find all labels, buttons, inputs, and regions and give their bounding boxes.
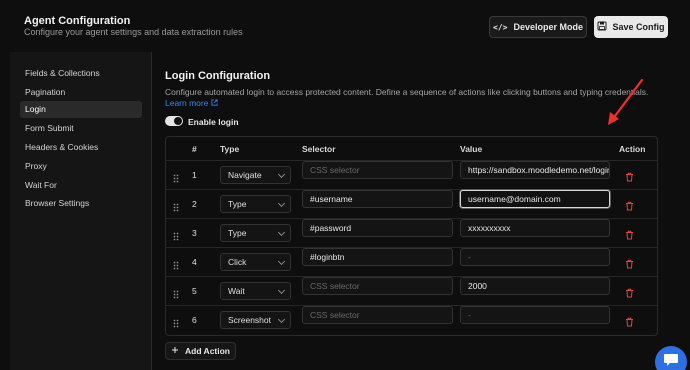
table-row: 4 Click #loginbtn - bbox=[166, 247, 657, 276]
external-link-icon bbox=[211, 98, 219, 108]
learn-more-label: Learn more bbox=[165, 98, 209, 108]
chevron-down-icon bbox=[277, 315, 286, 324]
developer-mode-label: Developer Mode bbox=[513, 22, 583, 32]
column-header-type: Type bbox=[220, 144, 240, 154]
row-number: 6 bbox=[192, 315, 197, 325]
row-number: 3 bbox=[192, 228, 197, 238]
developer-mode-button[interactable]: </> Developer Mode bbox=[489, 16, 587, 38]
selector-input[interactable]: #password bbox=[302, 219, 453, 237]
drag-handle-icon[interactable] bbox=[173, 315, 179, 328]
row-number: 4 bbox=[192, 257, 197, 267]
table-row: 2 Type #username username@domain.com bbox=[166, 189, 657, 218]
page-subtitle: Configure your agent settings and data e… bbox=[24, 27, 243, 37]
selector-input[interactable]: #loginbtn bbox=[302, 248, 453, 266]
drag-handle-icon[interactable] bbox=[173, 228, 179, 241]
table-row: 1 Navigate CSS selector https://sandbox.… bbox=[166, 160, 657, 189]
sidebar-item-form-submit[interactable]: Form Submit bbox=[20, 120, 142, 137]
trash-icon[interactable] bbox=[625, 256, 634, 269]
value-input[interactable]: https://sandbox.moodledemo.net/login bbox=[460, 161, 610, 179]
drag-handle-icon[interactable] bbox=[173, 199, 179, 212]
page-title: Agent Configuration bbox=[24, 15, 131, 27]
row-number: 2 bbox=[192, 199, 197, 209]
action-type-select[interactable]: Navigate bbox=[220, 166, 291, 184]
save-config-button[interactable]: Save Config bbox=[594, 16, 668, 38]
action-type-value: Type bbox=[228, 228, 247, 238]
action-type-select[interactable]: Click bbox=[220, 253, 291, 271]
action-type-value: Navigate bbox=[228, 170, 262, 180]
table-row: 6 Screenshot CSS selector - bbox=[166, 305, 657, 334]
trash-icon[interactable] bbox=[625, 169, 634, 182]
trash-icon[interactable] bbox=[625, 285, 634, 298]
chevron-down-icon bbox=[277, 286, 286, 295]
sidebar: Fields & Collections Pagination Login Fo… bbox=[10, 52, 152, 370]
drag-handle-icon[interactable] bbox=[173, 257, 179, 270]
value-input[interactable]: - bbox=[460, 306, 610, 324]
drag-handle-icon[interactable] bbox=[173, 286, 179, 299]
selector-input[interactable]: CSS selector bbox=[302, 306, 453, 324]
sidebar-item-fields-collections[interactable]: Fields & Collections bbox=[20, 65, 142, 82]
sidebar-item-browser-settings[interactable]: Browser Settings bbox=[20, 195, 142, 212]
value-input[interactable]: - bbox=[460, 248, 610, 266]
app-header: Agent Configuration Configure your agent… bbox=[10, 0, 680, 46]
learn-more-link[interactable]: Learn more bbox=[165, 98, 219, 108]
sidebar-item-proxy[interactable]: Proxy bbox=[20, 158, 142, 175]
row-number: 5 bbox=[192, 286, 197, 296]
enable-login-label: Enable login bbox=[188, 117, 239, 127]
action-type-value: Wait bbox=[228, 286, 245, 296]
column-header-selector: Selector bbox=[302, 144, 336, 154]
sidebar-item-wait-for[interactable]: Wait For bbox=[20, 177, 142, 194]
selector-input[interactable]: #username bbox=[302, 190, 453, 208]
chat-widget-button[interactable] bbox=[655, 346, 687, 370]
login-section-title: Login Configuration bbox=[165, 70, 271, 82]
action-type-value: Type bbox=[228, 199, 247, 209]
login-description: Configure automated login to access prot… bbox=[165, 87, 649, 97]
action-type-select[interactable]: Type bbox=[220, 224, 291, 242]
trash-icon[interactable] bbox=[625, 227, 634, 240]
action-type-select[interactable]: Type bbox=[220, 195, 291, 213]
action-type-value: Click bbox=[228, 257, 247, 267]
column-header-num: # bbox=[192, 144, 197, 154]
toggle-knob bbox=[174, 117, 182, 125]
add-action-label: Add Action bbox=[184, 346, 230, 356]
chat-icon bbox=[663, 353, 679, 370]
add-action-button[interactable]: Add Action bbox=[165, 342, 236, 360]
action-type-value: Screenshot bbox=[228, 315, 271, 325]
value-input[interactable]: xxxxxxxxxx bbox=[460, 219, 610, 237]
annotation-arrow-icon bbox=[608, 78, 644, 125]
code-icon: </> bbox=[493, 22, 508, 32]
sidebar-item-headers-cookies[interactable]: Headers & Cookies bbox=[20, 139, 142, 156]
row-number: 1 bbox=[192, 170, 197, 180]
enable-login-toggle[interactable] bbox=[165, 116, 183, 126]
chevron-down-icon bbox=[277, 199, 286, 208]
table-row: 3 Type #password xxxxxxxxxx bbox=[166, 218, 657, 247]
plus-icon bbox=[171, 346, 179, 356]
trash-icon[interactable] bbox=[625, 198, 634, 211]
selector-input[interactable]: CSS selector bbox=[302, 277, 453, 295]
chevron-down-icon bbox=[277, 257, 286, 266]
login-actions-table: # Type Selector Value Action 1 Navigate … bbox=[165, 136, 658, 336]
action-type-select[interactable]: Screenshot bbox=[220, 311, 291, 329]
value-input[interactable]: username@domain.com bbox=[460, 190, 610, 208]
save-config-label: Save Config bbox=[612, 22, 665, 32]
table-row: 5 Wait CSS selector 2000 bbox=[166, 276, 657, 305]
trash-icon[interactable] bbox=[625, 314, 634, 327]
column-header-value: Value bbox=[460, 144, 483, 154]
value-input[interactable]: 2000 bbox=[460, 277, 610, 295]
chevron-down-icon bbox=[277, 170, 286, 179]
action-type-select[interactable]: Wait bbox=[220, 282, 291, 300]
chevron-down-icon bbox=[277, 228, 286, 237]
save-icon bbox=[597, 21, 607, 33]
column-header-action: Action bbox=[619, 144, 646, 154]
sidebar-item-pagination[interactable]: Pagination bbox=[20, 84, 142, 101]
sidebar-item-login[interactable]: Login bbox=[20, 101, 142, 118]
drag-handle-icon[interactable] bbox=[173, 170, 179, 183]
selector-input[interactable]: CSS selector bbox=[302, 161, 453, 179]
